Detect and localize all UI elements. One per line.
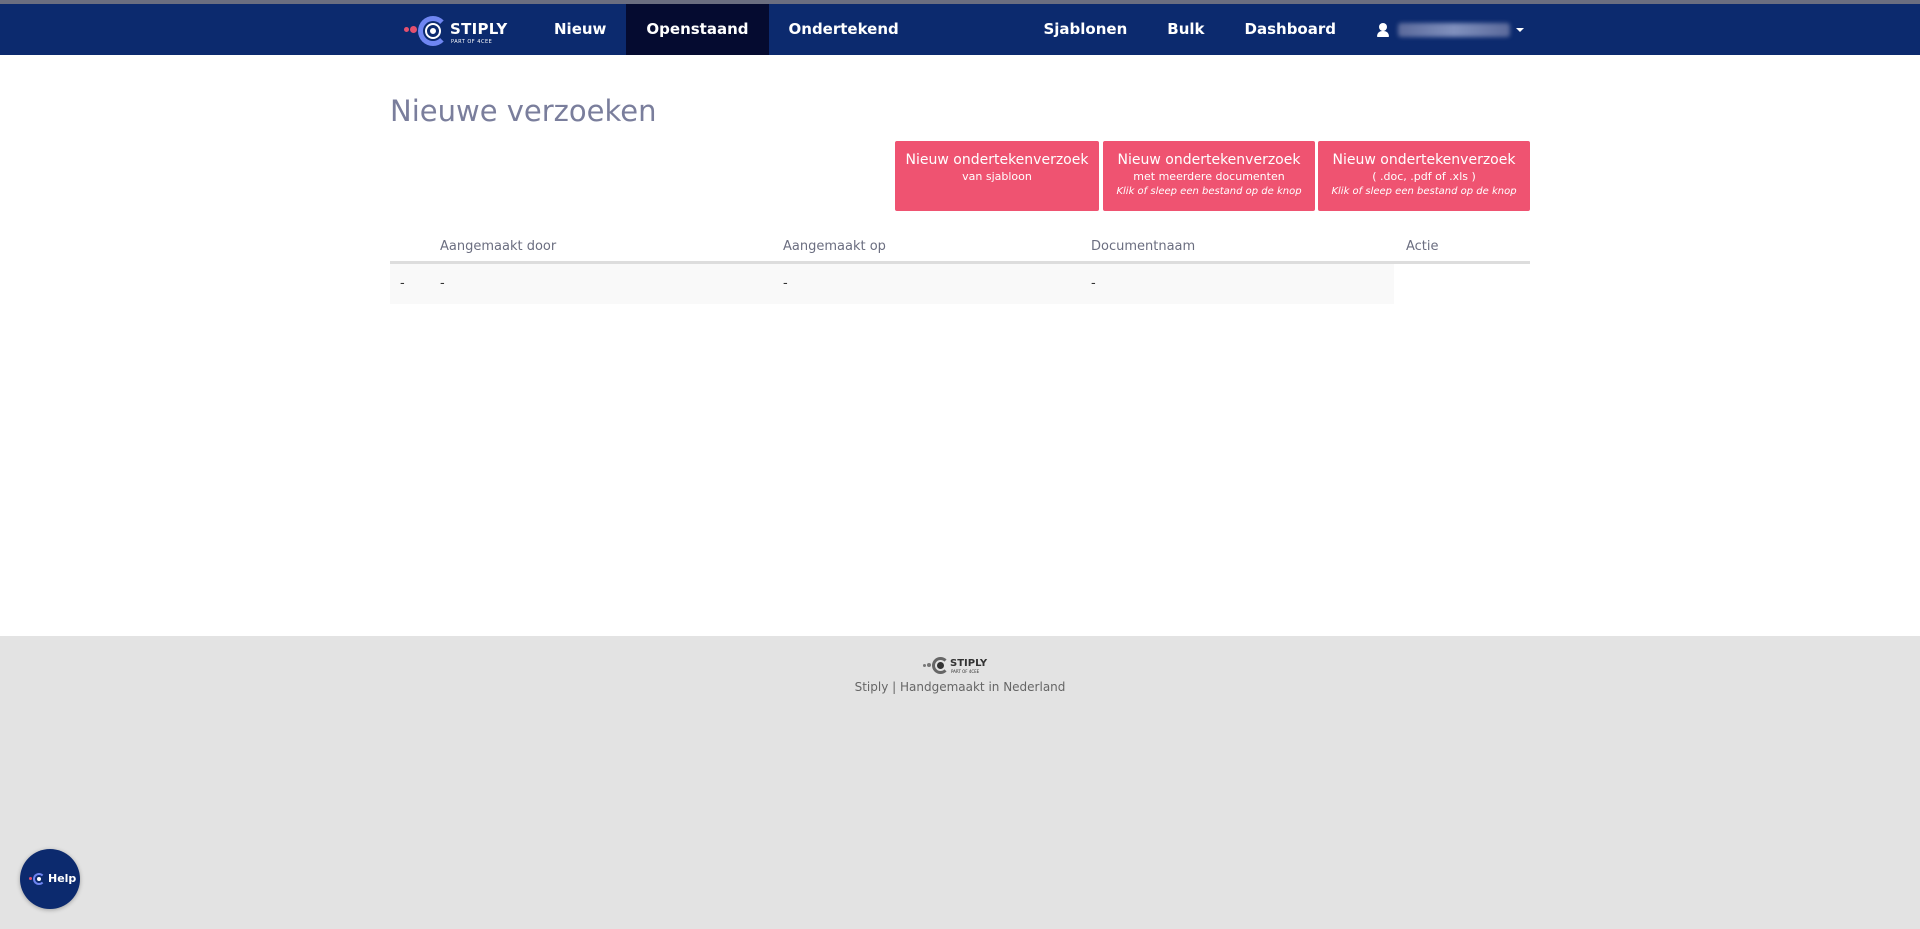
- column-header-created-by[interactable]: Aangemaakt door: [440, 239, 556, 254]
- nav-item-bulk[interactable]: Bulk: [1147, 4, 1224, 55]
- column-header-created-on[interactable]: Aangemaakt op: [783, 239, 886, 254]
- button-title: Nieuw ondertekenverzoek: [905, 152, 1089, 168]
- logo-wordmark: STIPLY: [450, 20, 508, 38]
- button-subtitle: met meerdere documenten: [1133, 170, 1285, 183]
- button-title: Nieuw ondertekenverzoek: [1117, 152, 1301, 168]
- nav-item-nieuw[interactable]: Nieuw: [534, 4, 626, 55]
- button-hint: Klik of sleep een bestand op de knop: [1331, 186, 1517, 197]
- new-request-multiple-documents-button[interactable]: Nieuw ondertekenverzoek met meerdere doc…: [1103, 141, 1315, 211]
- user-name-redacted: [1398, 22, 1510, 37]
- logo-dot-icon: [404, 27, 409, 32]
- footer-logo-wordmark: STIPLY: [950, 658, 988, 669]
- new-request-upload-file-button[interactable]: Nieuw ondertekenverzoek ( .doc, .pdf of …: [1318, 141, 1530, 211]
- nav-item-openstaand[interactable]: Openstaand: [626, 4, 769, 55]
- footer-logo-tagline: PART OF 4CEE: [951, 669, 980, 674]
- cell-document-name: -: [1091, 276, 1096, 291]
- navbar: STIPLY PART OF 4CEE Nieuw Openstaand Ond…: [0, 4, 1920, 55]
- button-hint: Klik of sleep een bestand op de knop: [1116, 186, 1302, 197]
- footer-logo: STIPLY PART OF 4CEE: [923, 654, 995, 676]
- logo-core-icon: [427, 25, 439, 37]
- help-label: Help: [48, 872, 77, 885]
- table-row[interactable]: - - - -: [390, 264, 1394, 304]
- button-subtitle: van sjabloon: [962, 170, 1032, 183]
- column-header-action: Actie: [1406, 239, 1439, 254]
- navbar-inner: STIPLY PART OF 4CEE Nieuw Openstaand Ond…: [390, 4, 1530, 55]
- button-subtitle: ( .doc, .pdf of .xls ): [1372, 170, 1476, 183]
- new-request-from-template-button[interactable]: Nieuw ondertekenverzoek van sjabloon: [895, 141, 1099, 211]
- caret-down-icon: [1516, 27, 1524, 32]
- logo-tagline: PART OF 4CEE: [451, 39, 493, 45]
- logo-dot-icon: [927, 663, 931, 667]
- page-title: Nieuwe verzoeken: [390, 94, 657, 128]
- help-button[interactable]: Help: [20, 849, 80, 909]
- logo-dot-icon: [410, 26, 417, 33]
- nav-right: Sjablonen Bulk Dashboard: [1023, 4, 1530, 55]
- button-title: Nieuw ondertekenverzoek: [1332, 152, 1516, 168]
- table-header: Aangemaakt door Aangemaakt op Documentna…: [390, 231, 1530, 264]
- requests-table: Aangemaakt door Aangemaakt op Documentna…: [390, 231, 1530, 304]
- cell-created-by: -: [440, 276, 445, 291]
- nav-item-ondertekend[interactable]: Ondertekend: [769, 4, 919, 55]
- user-icon: [1376, 22, 1390, 37]
- nav-item-dashboard[interactable]: Dashboard: [1225, 4, 1356, 55]
- stiply-logo[interactable]: STIPLY PART OF 4CEE: [404, 10, 514, 50]
- nav-item-sjablonen[interactable]: Sjablonen: [1023, 4, 1147, 55]
- nav-left: Nieuw Openstaand Ondertekend: [534, 4, 919, 55]
- help-logo-icon: [29, 873, 45, 885]
- logo-dot-icon: [923, 664, 926, 667]
- user-menu-toggle[interactable]: [1356, 4, 1530, 55]
- column-header-document-name[interactable]: Documentnaam: [1091, 239, 1195, 254]
- logo-core-icon: [937, 662, 944, 669]
- row-marker: -: [400, 276, 405, 291]
- footer-text: Stiply | Handgemaakt in Nederland: [854, 680, 1066, 694]
- cell-created-on: -: [783, 276, 788, 291]
- footer: STIPLY PART OF 4CEE Stiply | Handgemaakt…: [0, 636, 1920, 929]
